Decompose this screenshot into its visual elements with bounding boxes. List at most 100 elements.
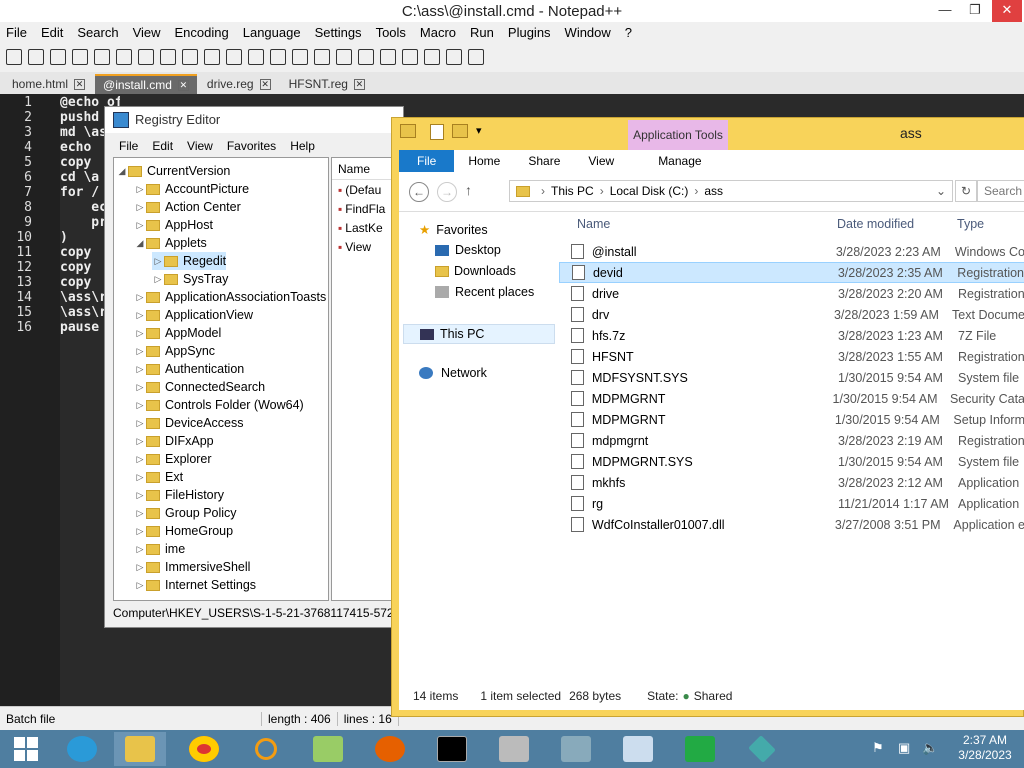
play-macro-icon[interactable]: [468, 49, 484, 65]
column-name[interactable]: Name: [577, 217, 837, 231]
tree-node[interactable]: ▷ ConnectedSearch: [134, 378, 266, 396]
close-all-icon[interactable]: [116, 49, 132, 65]
undo-icon[interactable]: [226, 49, 242, 65]
tree-node[interactable]: ▷ ImmersiveShell: [134, 558, 251, 576]
refresh-icon[interactable]: ↻: [955, 180, 977, 202]
column-type[interactable]: Type: [957, 217, 984, 231]
npp-menu-search[interactable]: Search: [77, 25, 118, 40]
taskbar-firefox[interactable]: [364, 732, 416, 766]
start-button[interactable]: [0, 732, 52, 766]
regedit-menu-edit[interactable]: Edit: [152, 139, 173, 153]
registry-tree[interactable]: ◢ CurrentVersion ▷ AccountPicture ▷ Action Ce…: [113, 157, 329, 601]
nav-network[interactable]: Network: [419, 366, 487, 380]
explorer-titlebar[interactable]: ▾ Application Tools ass: [392, 118, 1024, 150]
word-wrap-icon[interactable]: [380, 49, 396, 65]
npp-menu-window[interactable]: Window: [565, 25, 611, 40]
npp-menu-language[interactable]: Language: [243, 25, 301, 40]
tab-close-icon[interactable]: ✕: [353, 78, 365, 90]
search-input[interactable]: Search as: [977, 180, 1024, 202]
ribbon-tab-share[interactable]: Share: [514, 154, 574, 168]
collapsed-arrow-icon[interactable]: ▷: [134, 454, 146, 465]
taskbar-notepadpp[interactable]: [302, 732, 354, 766]
file-row[interactable]: mkhfs 3/28/2023 2:12 AM Application: [559, 472, 1024, 493]
tree-node[interactable]: ▷ AppSync: [134, 342, 216, 360]
breadcrumb-this-pc[interactable]: This PC: [551, 184, 594, 198]
collapsed-arrow-icon[interactable]: ▷: [134, 328, 146, 339]
cut-icon[interactable]: [160, 49, 176, 65]
collapsed-arrow-icon[interactable]: ▷: [134, 184, 146, 195]
find-icon[interactable]: [270, 49, 286, 65]
maximize-icon[interactable]: ❐: [960, 0, 990, 22]
regedit-titlebar[interactable]: Registry Editor: [105, 107, 403, 133]
indent-guide-icon[interactable]: [424, 49, 440, 65]
tree-node[interactable]: ▷ Internet Settings: [134, 576, 257, 594]
open-file-icon[interactable]: [28, 49, 44, 65]
collapsed-arrow-icon[interactable]: ▷: [134, 580, 146, 591]
npp-menu-edit[interactable]: Edit: [41, 25, 63, 40]
record-macro-icon[interactable]: [446, 49, 462, 65]
tree-node[interactable]: ▷ DeviceAccess: [134, 414, 244, 432]
npp-menu-[interactable]: ?: [625, 25, 632, 40]
address-dropdown-icon[interactable]: ⌄: [936, 184, 946, 198]
volume-icon[interactable]: 🔈: [922, 740, 938, 756]
collapsed-arrow-icon[interactable]: ▷: [134, 508, 146, 519]
collapsed-arrow-icon[interactable]: ▷: [134, 400, 146, 411]
file-row[interactable]: drv 3/28/2023 1:59 AM Text Docume: [559, 304, 1024, 325]
tab-close-icon[interactable]: ✕: [74, 78, 86, 90]
close-icon[interactable]: ✕: [992, 0, 1022, 22]
file-row[interactable]: MDPMGRNT 1/30/2015 9:54 AM Setup Inform: [559, 409, 1024, 430]
taskbar-network-app[interactable]: [550, 732, 602, 766]
taskbar-explorer[interactable]: [114, 732, 166, 766]
npp-tab[interactable]: @install.cmd ✕: [95, 74, 197, 94]
collapsed-arrow-icon[interactable]: ▷: [134, 562, 146, 573]
collapsed-arrow-icon[interactable]: ▷: [134, 220, 146, 231]
sync-scroll-icon[interactable]: [358, 49, 374, 65]
file-row[interactable]: rg 11/21/2014 1:17 AM Application: [559, 493, 1024, 514]
file-row[interactable]: HFSNT 3/28/2023 1:55 AM Registration: [559, 346, 1024, 367]
nav-downloads[interactable]: Downloads: [435, 264, 516, 278]
npp-menu-macro[interactable]: Macro: [420, 25, 456, 40]
address-bar[interactable]: › This PC › Local Disk (C:) › ass ⌄: [509, 180, 953, 202]
ribbon-tab-file[interactable]: File: [399, 150, 455, 172]
paste-icon[interactable]: [204, 49, 220, 65]
collapsed-arrow-icon[interactable]: ▷: [134, 436, 146, 447]
taskbar-cmd[interactable]: [426, 732, 478, 766]
tree-node[interactable]: ▷ Regedit: [152, 252, 227, 270]
ribbon-tab-home[interactable]: Home: [454, 154, 514, 168]
file-row[interactable]: MDPMGRNT.SYS 1/30/2015 9:54 AM System file: [559, 451, 1024, 472]
nav-desktop[interactable]: Desktop: [435, 243, 501, 257]
taskbar-perfmon[interactable]: [612, 732, 664, 766]
tab-close-icon[interactable]: ✕: [259, 78, 271, 90]
tree-node[interactable]: ▷ Controls Folder (Wow64): [134, 396, 304, 414]
npp-tab[interactable]: HFSNT.reg ✕: [281, 74, 373, 94]
nav-recent-places[interactable]: Recent places: [435, 285, 534, 299]
file-row[interactable]: WdfCoInstaller01007.dll 3/27/2008 3:51 PM…: [559, 514, 1024, 535]
file-row[interactable]: mdpmgrnt 3/28/2023 2:19 AM Registration: [559, 430, 1024, 451]
nav-this-pc[interactable]: This PC: [403, 324, 555, 344]
collapsed-arrow-icon[interactable]: ▷: [134, 526, 146, 537]
npp-tab[interactable]: home.html ✕: [4, 74, 93, 94]
npp-menu-encoding[interactable]: Encoding: [175, 25, 229, 40]
network-tray-icon[interactable]: ▣: [898, 740, 910, 756]
application-tools-tab[interactable]: Application Tools: [628, 120, 728, 150]
zoom-out-icon[interactable]: [336, 49, 352, 65]
taskbar-ie[interactable]: [56, 732, 108, 766]
tree-node[interactable]: ▷ FileHistory: [134, 486, 225, 504]
tree-node[interactable]: ◢ CurrentVersion: [116, 162, 231, 180]
collapsed-arrow-icon[interactable]: ▷: [134, 544, 146, 555]
taskbar-search-app[interactable]: [240, 732, 292, 766]
copy-icon[interactable]: [182, 49, 198, 65]
new-folder-icon[interactable]: [452, 124, 468, 138]
file-row[interactable]: @install 3/28/2023 2:23 AM Windows Co: [559, 241, 1024, 262]
ribbon-tab-manage[interactable]: Manage: [644, 154, 715, 168]
npp-menu-plugins[interactable]: Plugins: [508, 25, 551, 40]
tree-node[interactable]: ▷ AccountPicture: [134, 180, 250, 198]
minimize-icon[interactable]: —: [930, 0, 960, 22]
collapsed-arrow-icon[interactable]: ▷: [134, 382, 146, 393]
npp-menu-settings[interactable]: Settings: [315, 25, 362, 40]
ribbon-tab-view[interactable]: View: [574, 154, 628, 168]
tree-node[interactable]: ▷ Authentication: [134, 360, 245, 378]
collapsed-arrow-icon[interactable]: ▷: [134, 490, 146, 501]
breadcrumb-ass[interactable]: ass: [704, 184, 723, 198]
tree-node[interactable]: ▷ DIFxApp: [134, 432, 214, 450]
